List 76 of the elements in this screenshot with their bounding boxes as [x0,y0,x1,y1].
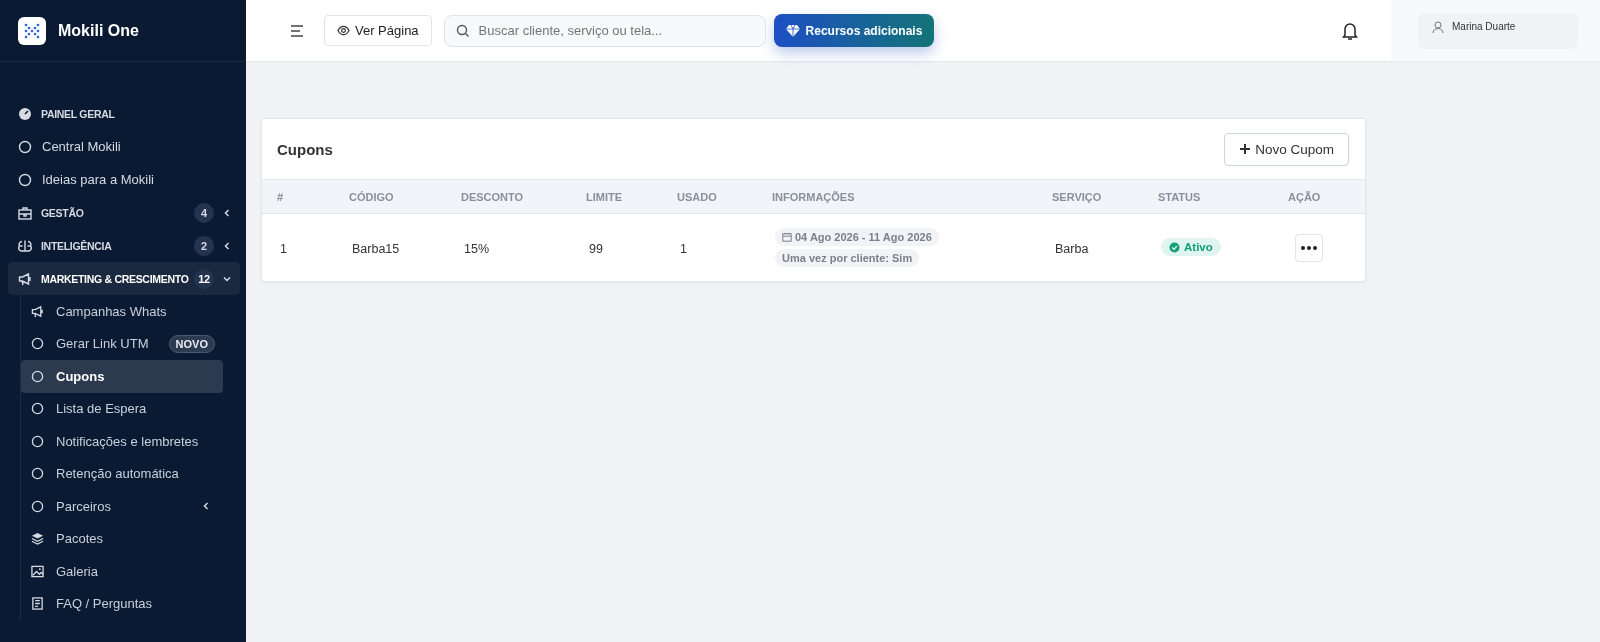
sidebar-item[interactable]: PAINEL GERAL [8,97,240,130]
usage-rule-badge: Uma vez por cliente: Sim [775,249,920,267]
layers-icon [31,532,44,546]
card-title: Cupons [277,140,333,158]
sidebar-item[interactable]: Gerar Link UTM NOVO [21,327,223,360]
date-range-badge: 04 Ago 2026 - 11 Ago 2026 [775,228,939,246]
sidebar-item[interactable]: Parceiros [21,490,223,523]
table-cell: 1 [280,241,287,256]
check-circle-icon [1169,241,1180,253]
column-header: USADO [677,190,718,203]
sidebar-item[interactable]: Central Mokili [8,130,240,163]
status-badge: Ativo [1161,238,1221,257]
column-header: STATUS [1158,190,1202,203]
notification-bell-icon[interactable] [1341,20,1359,41]
count-badge: 12 [194,268,214,289]
sidebar-item[interactable]: Ideias para a Mokili [8,163,240,196]
circle-icon [31,369,44,383]
count-badge: 4 [194,202,214,223]
column-header: CÓDIGO [349,190,395,203]
search-icon [455,23,470,38]
table-cell: 1 [680,241,687,256]
menu-icon[interactable] [290,24,304,37]
count-badge: 2 [194,235,214,256]
sidebar-item[interactable]: Campanhas Whats [21,295,223,328]
gauge-icon [18,106,32,121]
sidebar-item[interactable]: Notificações e lembretes [21,425,223,458]
sidebar-item[interactable]: Retenção automática [21,457,223,490]
calendar-icon [782,232,792,242]
column-header: INFORMAÇÕES [772,190,856,203]
more-options-button[interactable] [1295,233,1323,262]
table-cell: 15% [464,241,490,256]
briefcase-icon [18,205,32,220]
sidebar-item[interactable]: INTELIGÊNCIA 2 [8,229,240,262]
plus-icon [1239,143,1252,155]
chevron-left-icon [222,207,232,218]
circle-icon [18,139,32,154]
column-header: LIMITE [586,190,624,203]
sidebar-item[interactable]: Pacotes [21,522,223,555]
search-field[interactable]: Buscar cliente, serviço ou tela... [443,14,766,47]
table-cell: Barba15 [352,241,400,256]
sidebar-item[interactable]: MARKETING & CRESCIMENTO 12 [8,262,240,295]
circle-icon [31,467,44,481]
sidebar-item[interactable]: Cupons [21,360,223,393]
column-header: # [277,190,285,203]
sidebar-item[interactable]: Galeria [21,555,223,588]
circle-icon [18,172,32,187]
circle-icon [31,402,44,416]
more-icon [1301,245,1317,250]
sidebar-item[interactable]: GESTÃO 4 [8,196,240,229]
eye-icon [337,24,350,37]
user-menu[interactable]: Marina Duarte [1418,12,1578,49]
logo-icon [18,16,46,45]
new-coupon-button[interactable]: Novo Cupom [1224,132,1349,166]
circle-icon [31,499,44,513]
brand-name: Mokili One [58,21,139,40]
column-header: SERVIÇO [1052,190,1103,203]
chevron-left-icon [201,501,211,512]
document-icon [31,597,44,611]
user-icon [1432,20,1444,34]
megaphone-icon [31,304,44,318]
column-header: DESCONTO [461,190,525,203]
new-badge: NOVO [168,334,215,353]
resources-button[interactable]: Recursos adicionais [773,14,935,47]
sidebar-item[interactable]: FAQ / Perguntas [21,587,223,620]
sidebar-item[interactable]: Lista de Espera [21,392,223,425]
table-cell: 99 [589,241,603,256]
view-page-button[interactable]: Ver Página [324,15,432,46]
diamond-icon [785,23,800,38]
image-icon [31,564,44,578]
column-header: AÇÃO [1288,190,1322,203]
brain-icon [18,238,32,253]
megaphone-icon [18,271,32,286]
circle-icon [31,434,44,448]
chevron-left-icon [222,240,232,251]
table-cell: Barba [1055,241,1089,256]
circle-icon [31,337,44,351]
